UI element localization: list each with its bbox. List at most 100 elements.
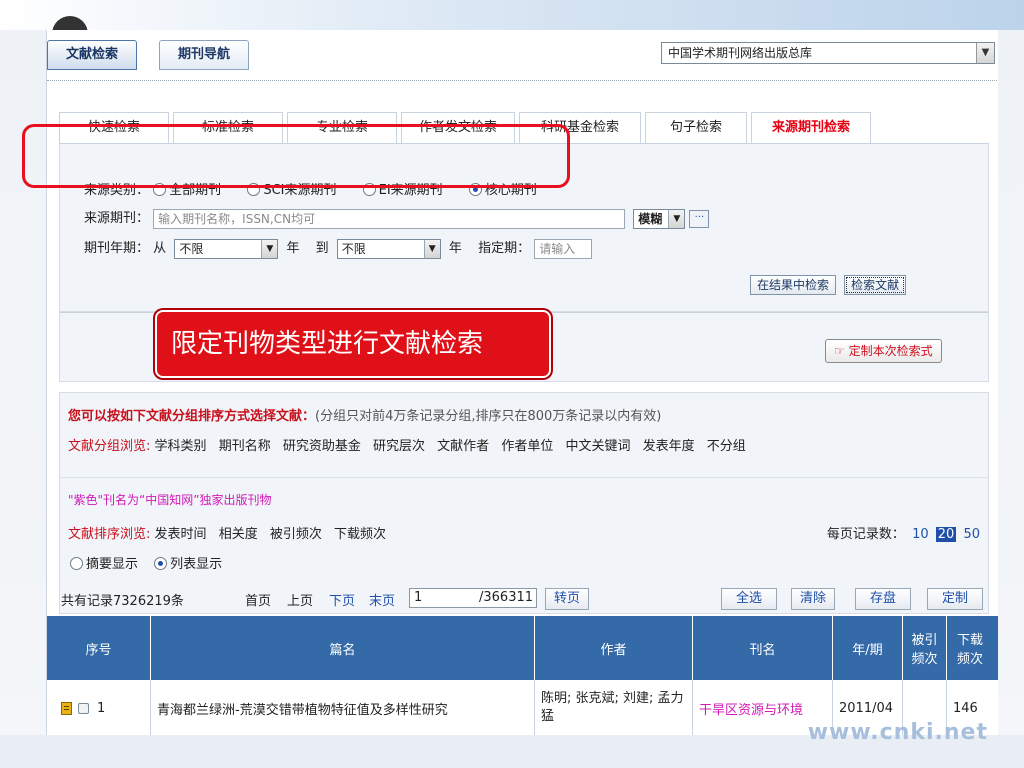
- prev-page-link[interactable]: 上页: [287, 590, 313, 609]
- per-page-50[interactable]: 50: [963, 527, 980, 542]
- to-label: 到: [315, 241, 329, 256]
- first-page-link[interactable]: 首页: [245, 590, 271, 609]
- per-page-10[interactable]: 10: [912, 527, 929, 542]
- from-label: 从: [153, 241, 167, 256]
- watermark: www.cnki.net: [807, 720, 988, 745]
- source-journal-input[interactable]: 输入期刊名称，ISSN,CN均可: [153, 208, 626, 229]
- save-button[interactable]: 存盘: [855, 588, 912, 610]
- year-period-label: 期刊年期：: [84, 241, 150, 256]
- callout-label: 限定刊物类型进行文献检索: [155, 310, 551, 378]
- last-page-link[interactable]: 末页: [369, 590, 395, 609]
- col-cited[interactable]: 被引频次: [903, 616, 947, 680]
- radio-selected-icon[interactable]: [154, 557, 168, 570]
- callout-highlight-box: [22, 124, 570, 188]
- next-page-link[interactable]: 下页: [329, 590, 355, 609]
- sort-by-relevance[interactable]: 相关度: [219, 527, 258, 542]
- search-in-results-button[interactable]: 在结果中检索: [750, 274, 837, 295]
- col-title[interactable]: 篇名: [151, 616, 535, 680]
- grouping-title: 您可以按如下文献分组排序方式选择文献：: [68, 409, 316, 424]
- radio-abstract-display[interactable]: 摘要显示: [70, 553, 138, 572]
- row-authors[interactable]: 陈明; 张克斌; 刘建; 孟力猛: [535, 680, 693, 735]
- sort-by-date[interactable]: 发表时间: [155, 527, 207, 542]
- to-year-value: 不限: [341, 241, 366, 256]
- grouping-title-line: 您可以按如下文献分组排序方式选择文献：(分组只对前4万条记录分组,排序只在800…: [68, 405, 661, 424]
- total-records: 共有记录7326219条: [61, 594, 184, 609]
- group-none[interactable]: 不分组: [707, 439, 746, 454]
- chevron-down-icon[interactable]: ▼: [976, 43, 994, 63]
- clear-button[interactable]: 清除: [791, 588, 836, 610]
- per-page-20[interactable]: 20: [935, 527, 957, 542]
- custom-button[interactable]: 定制: [927, 588, 984, 610]
- exclusive-note: "紫色"刊名为“中国知网”独家出版刊物: [68, 493, 272, 507]
- database-select-value: 中国学术期刊网络出版总库: [668, 46, 813, 60]
- col-index[interactable]: 序号: [47, 616, 151, 680]
- group-year[interactable]: 发表年度: [643, 439, 695, 454]
- chevron-down-icon[interactable]: ▼: [668, 209, 685, 228]
- source-journal-row: 来源期刊： 输入期刊名称，ISSN,CN均可 模糊 ▼ ···: [84, 208, 710, 230]
- exclusive-note-line: "紫色"刊名为“中国知网”独家出版刊物: [68, 491, 271, 508]
- match-mode-value: 模糊: [638, 211, 663, 226]
- display-mode-line: 摘要显示 列表显示: [70, 553, 244, 572]
- row-title[interactable]: 青海都兰绿洲-荒漠交错带植物特征值及多样性研究: [151, 680, 535, 735]
- customize-query-button[interactable]: ☞ 定制本次检索式: [825, 339, 942, 363]
- database-select[interactable]: 中国学术期刊网络出版总库 ▼: [661, 42, 995, 64]
- year-unit-label: 年: [286, 241, 300, 256]
- row-checkbox[interactable]: [78, 702, 89, 714]
- from-year-select[interactable]: 不限 ▼: [174, 238, 279, 259]
- go-to-page-button[interactable]: 转页: [545, 588, 590, 610]
- year-period-row: 期刊年期： 从 不限 ▼ 年 到 不限 ▼ 年 指定期： 请输入: [84, 238, 593, 260]
- group-browse-label: 文献分组浏览:: [68, 439, 151, 454]
- col-author[interactable]: 作者: [535, 616, 693, 680]
- select-all-button[interactable]: 全选: [721, 588, 778, 610]
- to-year-select[interactable]: 不限 ▼: [336, 238, 441, 259]
- group-affiliation[interactable]: 作者单位: [501, 439, 553, 454]
- chevron-down-icon[interactable]: ▼: [423, 239, 440, 258]
- total-pages: /366311: [479, 590, 534, 605]
- col-issue[interactable]: 年/期: [833, 616, 903, 680]
- radio-list-display[interactable]: 列表显示: [154, 553, 222, 572]
- radio-label: 摘要显示: [86, 557, 139, 572]
- radio-icon[interactable]: [70, 557, 83, 570]
- group-browse-line: 文献分组浏览: 学科类别 期刊名称 研究资助基金 研究层次 文献作者 作者单位 …: [68, 435, 754, 454]
- sort-by-citations[interactable]: 被引频次: [270, 527, 322, 542]
- group-research-level[interactable]: 研究层次: [373, 439, 425, 454]
- group-keyword[interactable]: 中文关键词: [565, 439, 630, 454]
- search-buttons: 在结果中检索 检索文献: [750, 274, 907, 296]
- specify-issue-input[interactable]: 请输入: [534, 238, 593, 259]
- slide-header-band: [0, 0, 1024, 30]
- group-fund[interactable]: 研究资助基金: [283, 439, 361, 454]
- tab-journal-navigation[interactable]: 期刊导航: [159, 40, 250, 70]
- row-index-cell: 1: [47, 680, 151, 735]
- document-icon[interactable]: [61, 701, 72, 715]
- chevron-down-icon[interactable]: ▼: [261, 239, 278, 258]
- radio-label: 列表显示: [170, 557, 223, 572]
- per-page-selector: 每页记录数： 10 20 50: [827, 523, 980, 542]
- top-bar: 文献检索 期刊导航 中国学术期刊网络出版总库 ▼: [47, 30, 998, 82]
- specify-issue-label: 指定期：: [478, 241, 531, 256]
- more-options-button[interactable]: ···: [689, 209, 710, 228]
- sort-line: 文献排序浏览: 发表时间 相关度 被引频次 下载频次: [68, 523, 394, 542]
- source-journal-label: 来源期刊：: [84, 211, 150, 226]
- year-unit-label: 年: [448, 241, 462, 256]
- pointer-hand-icon: ☞: [834, 344, 849, 358]
- grouping-section: 您可以按如下文献分组排序方式选择文献：(分组只对前4万条记录分组,排序只在800…: [59, 392, 989, 614]
- group-subject[interactable]: 学科类别: [155, 439, 207, 454]
- customize-label: 定制本次检索式: [848, 344, 933, 358]
- row-index: 1: [97, 700, 106, 716]
- sort-by-downloads[interactable]: 下载频次: [334, 527, 386, 542]
- group-author[interactable]: 文献作者: [437, 439, 489, 454]
- sort-label: 文献排序浏览:: [68, 527, 151, 542]
- group-journal-name[interactable]: 期刊名称: [219, 439, 271, 454]
- grouping-note: (分组只对前4万条记录分组,排序只在800万条记录以内有效): [315, 409, 662, 424]
- tab-sentence-search[interactable]: 句子检索: [645, 112, 747, 144]
- search-documents-button[interactable]: 检索文献: [844, 274, 907, 295]
- col-journal[interactable]: 刊名: [693, 616, 833, 680]
- col-downloads[interactable]: 下载频次: [947, 616, 993, 680]
- tab-document-search[interactable]: 文献检索: [47, 40, 138, 70]
- per-page-label: 每页记录数：: [826, 527, 905, 542]
- tab-source-journal-search[interactable]: 来源期刊检索: [751, 112, 871, 146]
- from-year-value: 不限: [179, 241, 204, 256]
- match-mode-select[interactable]: 模糊 ▼: [633, 208, 686, 229]
- results-table-header: 序号 篇名 作者 刊名 年/期 被引频次 下载频次: [47, 616, 998, 680]
- pager: 共有记录7326219条 首页 上页 下页 末页 1 /366311 转页 全选…: [47, 586, 998, 612]
